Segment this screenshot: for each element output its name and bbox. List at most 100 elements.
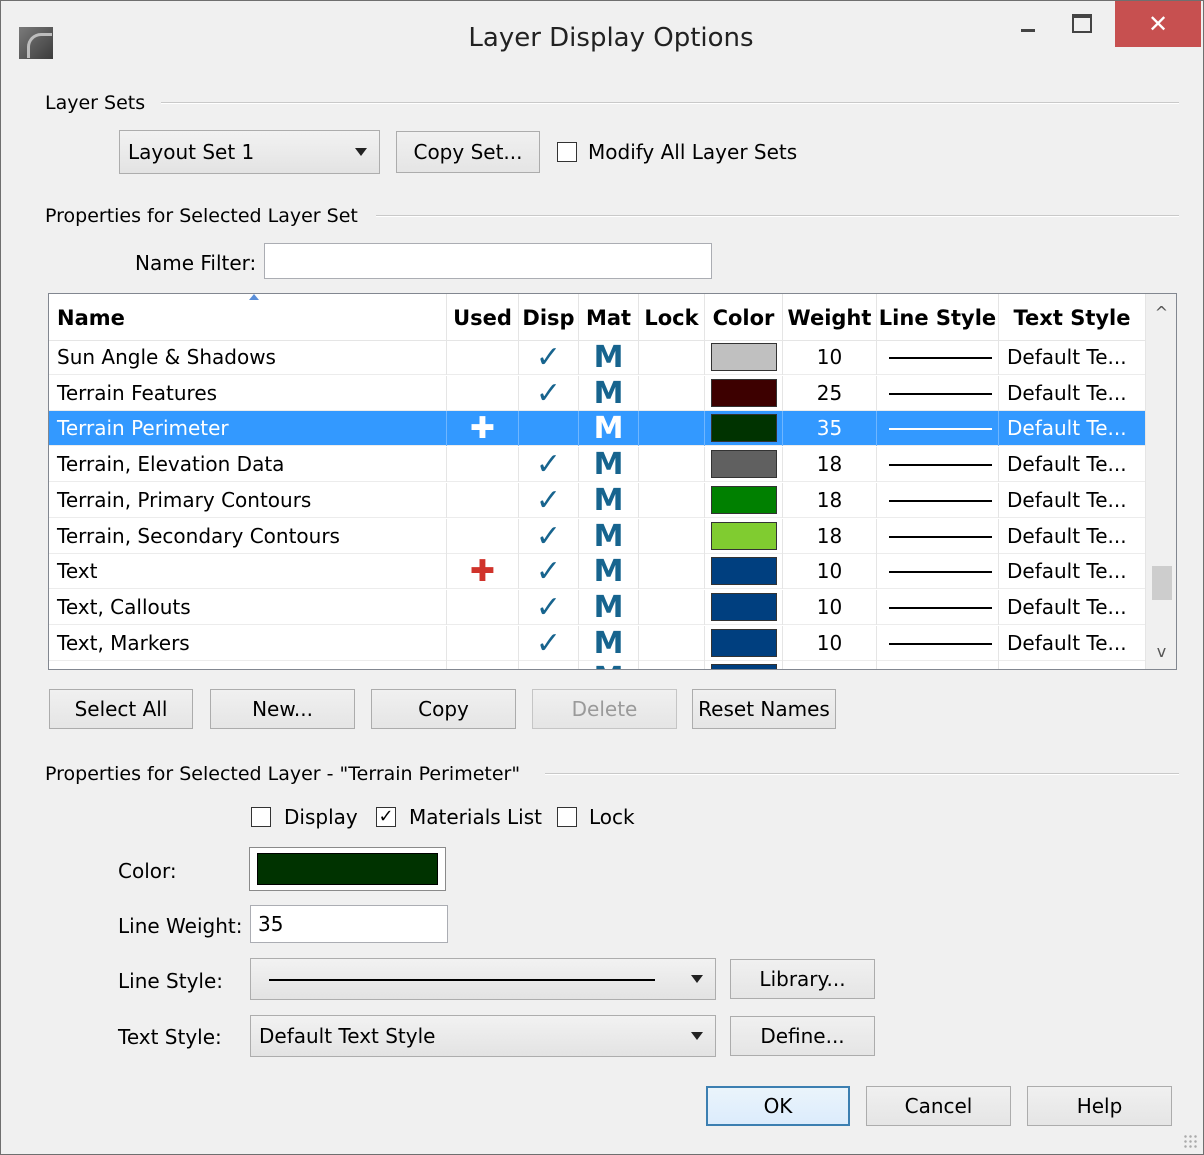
- color-cell[interactable]: [705, 340, 783, 375]
- table-row[interactable]: Text ✚ ✓ M 10 Default Te...: [49, 554, 1145, 590]
- lock-toggle[interactable]: [639, 625, 705, 661]
- lock-checkbox[interactable]: [557, 807, 577, 827]
- color-cell[interactable]: [705, 554, 783, 590]
- define-button[interactable]: Define...: [730, 1016, 875, 1056]
- materials-toggle[interactable]: M: [579, 482, 639, 518]
- display-toggle[interactable]: ✓: [519, 518, 579, 554]
- lock-toggle[interactable]: [639, 447, 705, 483]
- lock-toggle[interactable]: [639, 518, 705, 554]
- column-header-name[interactable]: Name: [49, 294, 447, 340]
- line-style-cell[interactable]: [877, 661, 999, 669]
- column-header-weight[interactable]: Weight: [783, 294, 877, 340]
- color-cell[interactable]: [705, 447, 783, 483]
- color-cell[interactable]: [705, 375, 783, 411]
- materials-toggle[interactable]: M: [579, 518, 639, 554]
- line-style-cell[interactable]: [877, 447, 999, 483]
- line-weight-input[interactable]: 35: [250, 905, 448, 943]
- lock-toggle[interactable]: [639, 554, 705, 590]
- column-header-lock[interactable]: Lock: [639, 294, 705, 340]
- materials-toggle[interactable]: M: [579, 589, 639, 625]
- display-toggle[interactable]: ↖: [519, 411, 579, 447]
- resize-grip-icon[interactable]: [1183, 1134, 1197, 1148]
- new-layer-button[interactable]: New...: [210, 689, 355, 729]
- weight-cell[interactable]: 25: [783, 375, 877, 411]
- table-row[interactable]: Text, Callouts ✓ M 10 Default Te...: [49, 589, 1145, 625]
- weight-cell[interactable]: 18: [783, 482, 877, 518]
- color-cell[interactable]: [705, 625, 783, 661]
- column-header-disp[interactable]: Disp: [519, 294, 579, 340]
- line-style-cell[interactable]: [877, 554, 999, 590]
- table-row[interactable]: Terrain, Elevation Data ✓ M 18 Default Te...: [49, 447, 1145, 483]
- display-checkbox[interactable]: [251, 807, 271, 827]
- name-filter-input[interactable]: [264, 243, 712, 279]
- maximize-button[interactable]: [1057, 1, 1107, 45]
- display-toggle[interactable]: ✓: [519, 589, 579, 625]
- table-row[interactable]: Text, Markers ✓ M 10 Default Te...: [49, 625, 1145, 661]
- display-toggle[interactable]: ✓: [519, 482, 579, 518]
- line-style-cell[interactable]: [877, 375, 999, 411]
- table-row[interactable]: M: [49, 661, 1145, 669]
- line-style-cell[interactable]: [877, 340, 999, 375]
- text-style-cell[interactable]: Default Te...: [999, 411, 1145, 446]
- color-cell[interactable]: [705, 589, 783, 625]
- line-style-dropdown[interactable]: [250, 958, 716, 1000]
- line-style-cell[interactable]: [877, 411, 999, 447]
- copy-set-button[interactable]: Copy Set...: [396, 131, 540, 173]
- display-toggle[interactable]: ✓: [519, 447, 579, 483]
- column-header-line-style[interactable]: Line Style: [877, 294, 999, 340]
- ok-button[interactable]: OK: [706, 1086, 850, 1126]
- close-button[interactable]: ✕: [1115, 1, 1201, 47]
- display-toggle[interactable]: ✓: [519, 625, 579, 661]
- text-style-cell[interactable]: Default Te...: [999, 376, 1145, 411]
- column-header-mat[interactable]: Mat: [579, 294, 639, 340]
- weight-cell[interactable]: [783, 661, 877, 669]
- scroll-up-arrow-icon[interactable]: ^: [1146, 296, 1176, 330]
- weight-cell[interactable]: 10: [783, 625, 877, 661]
- table-row[interactable]: Sun Angle & Shadows ✓ M 10 Default Te...: [49, 340, 1145, 375]
- display-toggle[interactable]: ✓: [519, 340, 579, 375]
- lock-toggle[interactable]: [639, 411, 705, 447]
- materials-toggle[interactable]: M: [579, 447, 639, 483]
- materials-toggle[interactable]: M: [579, 661, 639, 669]
- color-cell[interactable]: [705, 518, 783, 554]
- weight-cell[interactable]: 18: [783, 447, 877, 483]
- library-button[interactable]: Library...: [730, 959, 875, 999]
- lock-toggle[interactable]: [639, 375, 705, 411]
- text-style-cell[interactable]: Default Te...: [999, 590, 1145, 625]
- materials-toggle[interactable]: M: [579, 411, 639, 447]
- materials-toggle[interactable]: M: [579, 554, 639, 590]
- table-vertical-scrollbar[interactable]: ^ v: [1145, 294, 1176, 669]
- table-row[interactable]: Terrain Perimeter✚↖ M 35 Default Te...: [49, 411, 1145, 447]
- lock-toggle[interactable]: [639, 340, 705, 375]
- text-style-cell[interactable]: Default Te...: [999, 626, 1145, 661]
- line-style-cell[interactable]: [877, 589, 999, 625]
- color-cell[interactable]: [705, 482, 783, 518]
- cancel-button[interactable]: Cancel: [866, 1086, 1011, 1126]
- delete-layer-button[interactable]: Delete: [532, 689, 677, 729]
- weight-cell[interactable]: 10: [783, 340, 877, 375]
- materials-toggle[interactable]: M: [579, 625, 639, 661]
- column-header-used[interactable]: Used: [447, 294, 519, 340]
- layer-set-dropdown[interactable]: Layout Set 1: [119, 130, 380, 174]
- line-style-cell[interactable]: [877, 518, 999, 554]
- lock-toggle[interactable]: [639, 661, 705, 669]
- weight-cell[interactable]: 18: [783, 518, 877, 554]
- lock-toggle[interactable]: [639, 589, 705, 625]
- weight-cell[interactable]: 10: [783, 554, 877, 590]
- help-button[interactable]: Help: [1027, 1086, 1172, 1126]
- modify-all-layer-sets-checkbox[interactable]: [557, 142, 577, 162]
- minimize-button[interactable]: [1006, 1, 1050, 45]
- text-style-cell[interactable]: Default Te...: [999, 483, 1145, 518]
- color-cell[interactable]: [705, 411, 783, 447]
- materials-toggle[interactable]: M: [579, 340, 639, 375]
- text-style-cell[interactable]: Default Te...: [999, 519, 1145, 554]
- display-toggle[interactable]: ✓: [519, 554, 579, 590]
- table-row[interactable]: Terrain, Primary Contours ✓ M 18 Default Te.…: [49, 482, 1145, 518]
- line-style-cell[interactable]: [877, 625, 999, 661]
- copy-layer-button[interactable]: Copy: [371, 689, 516, 729]
- weight-cell[interactable]: 10: [783, 589, 877, 625]
- layer-color-button[interactable]: [249, 847, 446, 891]
- display-toggle[interactable]: [519, 661, 579, 669]
- materials-list-checkbox[interactable]: ✓: [376, 807, 396, 827]
- text-style-dropdown[interactable]: Default Text Style: [250, 1015, 716, 1057]
